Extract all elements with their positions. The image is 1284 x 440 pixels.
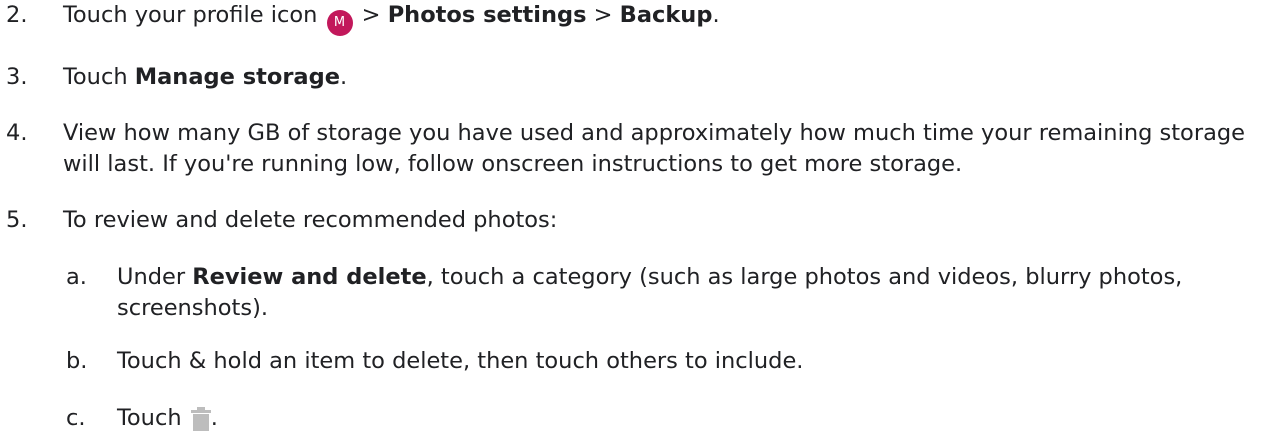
period: . (339, 64, 348, 90)
step-number: 2. (6, 2, 28, 28)
step-number: 5. (6, 207, 28, 233)
step-text-part: Touch (117, 405, 182, 431)
help-article-steps: 2. Touch your profile icon M > Photos se… (0, 0, 1284, 436)
step-text: View how many GB of storage you have use… (63, 120, 1245, 177)
separator: > (361, 2, 381, 28)
profile-avatar-icon: M (326, 10, 353, 36)
separator: > (593, 2, 613, 28)
step-number: 3. (6, 64, 28, 90)
substep-text: Touch & hold an item to delete, then tou… (117, 348, 804, 374)
step-number: 4. (6, 120, 28, 146)
review-and-delete-label: Review and delete (192, 264, 427, 290)
substep-text: Under Review and delete, touch a categor… (117, 262, 1277, 324)
menu-path-photos-settings: Photos settings (387, 2, 587, 28)
step-text: Touch your profile icon M > Photos setti… (63, 0, 1275, 36)
menu-path-backup: Backup (619, 2, 713, 28)
step-text: To review and delete recommended photos: (63, 207, 558, 233)
step-text: Touch Manage storage. (63, 62, 1275, 93)
period: . (210, 405, 218, 431)
step-text-part: Under (117, 264, 186, 290)
trash-icon (190, 407, 211, 440)
step-text-part: Touch (63, 64, 128, 90)
period: . (712, 2, 720, 28)
step-text-part: Touch your profile icon (63, 2, 318, 28)
manage-storage-label: Manage storage (134, 64, 340, 90)
substep-letter: c. (66, 405, 86, 431)
substep-letter: b. (66, 348, 88, 374)
substep-text: Touch . (117, 403, 1277, 440)
substep-letter: a. (66, 264, 87, 290)
